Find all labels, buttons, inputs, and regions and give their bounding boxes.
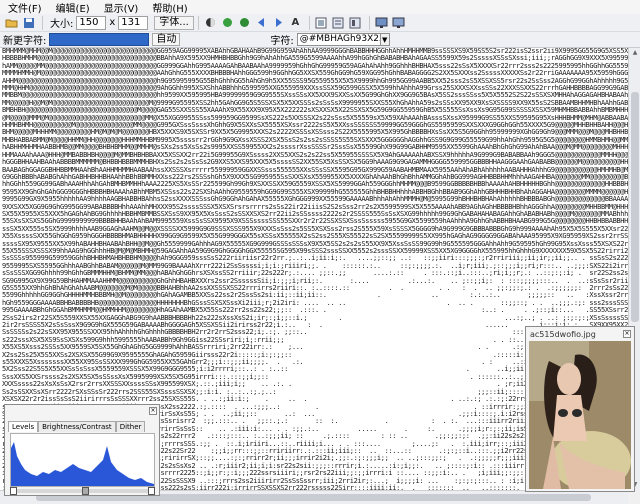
close-icon[interactable]: × xyxy=(623,330,631,338)
replace-char-input[interactable] xyxy=(49,33,150,46)
preview-panel: ac515dwofio.jpg × xyxy=(525,326,635,492)
preview-title: ac515dwofio.jpg xyxy=(530,330,596,339)
levels-tabs: Levels Brightness/Contrast Dither xyxy=(8,421,146,432)
toolbar-separator xyxy=(368,15,370,30)
font-button[interactable]: 字体... xyxy=(154,15,194,30)
source-photo-graphic xyxy=(529,341,631,489)
close-icon[interactable]: × xyxy=(149,407,157,415)
height-input[interactable] xyxy=(118,15,149,30)
white-point-handle[interactable] xyxy=(148,487,155,495)
auto-button[interactable]: 自动 xyxy=(152,33,181,46)
toolbar-separator xyxy=(308,15,310,30)
toolbar-separator xyxy=(197,15,199,30)
chevron-down-icon[interactable]: ▼ xyxy=(380,33,390,46)
text-icon[interactable]: A xyxy=(288,16,303,29)
levels-panel: × Levels Brightness/Contrast Dither xyxy=(4,404,160,496)
menu-file[interactable]: 文件(F) xyxy=(8,0,42,15)
view-icon-1[interactable] xyxy=(314,16,329,29)
save-icon[interactable] xyxy=(21,16,36,29)
green-circle-icon[interactable] xyxy=(237,16,252,29)
histogram-graph xyxy=(11,442,154,486)
chars-field[interactable]: @#MBHAGh93X25Sisr; xyxy=(296,33,381,46)
scroll-up-icon[interactable]: ▲ xyxy=(631,49,639,57)
size-label: 大小: xyxy=(50,19,74,30)
menu-bar: 文件(F) 编辑(E) 显示(V) 帮助(H) xyxy=(0,0,640,15)
source-photo xyxy=(529,341,631,489)
menu-view[interactable]: 显示(V) xyxy=(104,0,139,15)
grayscale-icon[interactable] xyxy=(203,16,218,29)
toolbar-separator xyxy=(42,15,43,30)
width-input[interactable] xyxy=(76,15,107,30)
chars-label: 字符: xyxy=(270,36,294,47)
view-icon-2[interactable] xyxy=(331,16,346,29)
view-icon-3[interactable] xyxy=(348,16,363,29)
blue-arrow-right-icon[interactable] xyxy=(271,16,286,29)
black-point-handle[interactable] xyxy=(10,487,17,495)
menu-edit[interactable]: 编辑(E) xyxy=(56,0,90,15)
tab-dither[interactable]: Dither xyxy=(115,421,146,432)
midtone-handle[interactable] xyxy=(82,487,89,495)
tab-levels[interactable]: Levels xyxy=(8,421,39,432)
char-toolbar: 新更字符: 自动 字符: @#MBHAGh93X25Sisr; ▼ xyxy=(0,32,640,48)
times-label: x xyxy=(109,17,116,28)
vertical-scroll-thumb[interactable] xyxy=(631,92,639,322)
histogram xyxy=(10,433,155,487)
blue-arrow-left-icon[interactable] xyxy=(254,16,269,29)
main-toolbar: 大小: x 字体... A xyxy=(0,14,640,32)
menu-help[interactable]: 帮助(H) xyxy=(152,0,187,15)
green-circle-icon[interactable] xyxy=(220,16,235,29)
open-folder-icon[interactable] xyxy=(4,16,19,29)
screen-icon[interactable] xyxy=(374,16,389,29)
screen-icon[interactable] xyxy=(391,16,406,29)
tab-brightness-contrast[interactable]: Brightness/Contrast xyxy=(38,421,116,432)
replace-char-label: 新更字符: xyxy=(3,36,47,47)
